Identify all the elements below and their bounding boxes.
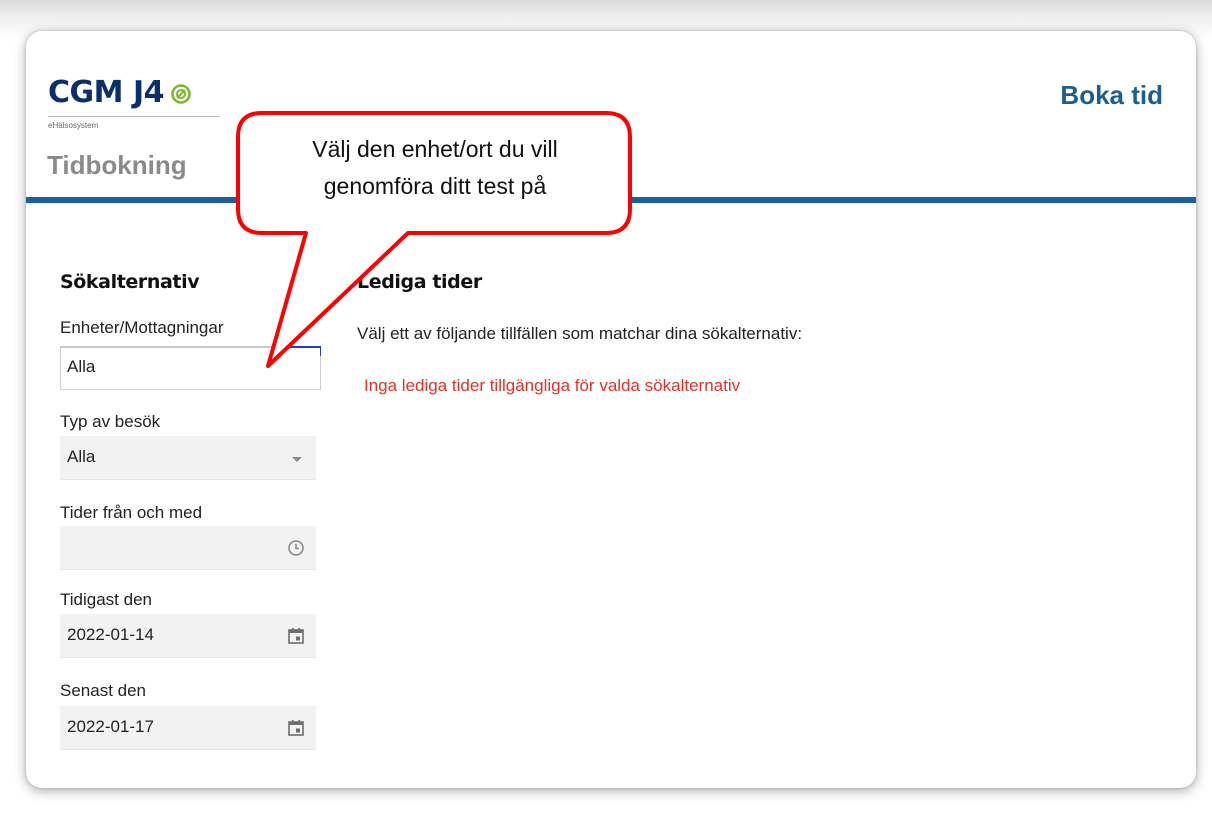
visit-type-select[interactable]: Alla bbox=[60, 436, 316, 480]
calendar-icon[interactable] bbox=[286, 626, 306, 646]
units-value: Alla bbox=[67, 357, 96, 376]
book-appointment-link[interactable]: Boka tid bbox=[1060, 80, 1163, 111]
cgm-logo: CGM J4 eHälsosystem bbox=[48, 75, 228, 135]
no-times-message: Inga lediga tider tillgängliga för valda… bbox=[364, 376, 741, 395]
earliest-date-value: 2022-01-14 bbox=[67, 625, 154, 644]
logo-divider bbox=[48, 116, 220, 117]
latest-date-value: 2022-01-17 bbox=[67, 717, 154, 736]
callout-line-1: Välj den enhet/ort du vill bbox=[312, 136, 558, 162]
latest-date-input[interactable]: 2022-01-17 bbox=[60, 706, 316, 750]
latest-date-label: Senast den bbox=[60, 681, 147, 700]
chevron-down-icon bbox=[292, 457, 302, 462]
visit-type-label: Typ av besök bbox=[60, 412, 161, 431]
page-title: Tidbokning bbox=[47, 150, 187, 180]
visit-type-value: Alla bbox=[67, 447, 96, 466]
time-from-input[interactable] bbox=[60, 526, 316, 570]
units-input[interactable]: Alla bbox=[60, 346, 321, 390]
callout-text: Välj den enhet/ort du vill genomföra dit… bbox=[240, 131, 630, 205]
logo-mark-icon bbox=[171, 84, 191, 104]
available-times-title: Lediga tider bbox=[357, 271, 482, 293]
available-times-description: Välj ett av följande tillfällen som matc… bbox=[357, 324, 803, 343]
earliest-date-label: Tidigast den bbox=[60, 590, 152, 609]
calendar-icon[interactable] bbox=[286, 718, 306, 738]
units-label: Enheter/Mottagningar bbox=[60, 318, 224, 337]
logo-subtitle: eHälsosystem bbox=[48, 121, 99, 130]
callout-line-2: genomföra ditt test på bbox=[323, 173, 547, 199]
logo-text: CGM J4 bbox=[48, 75, 164, 110]
time-from-label: Tider från och med bbox=[60, 503, 203, 522]
clock-icon[interactable] bbox=[286, 538, 306, 558]
earliest-date-input[interactable]: 2022-01-14 bbox=[60, 614, 316, 658]
search-options-title: Sökalternativ bbox=[60, 271, 200, 293]
